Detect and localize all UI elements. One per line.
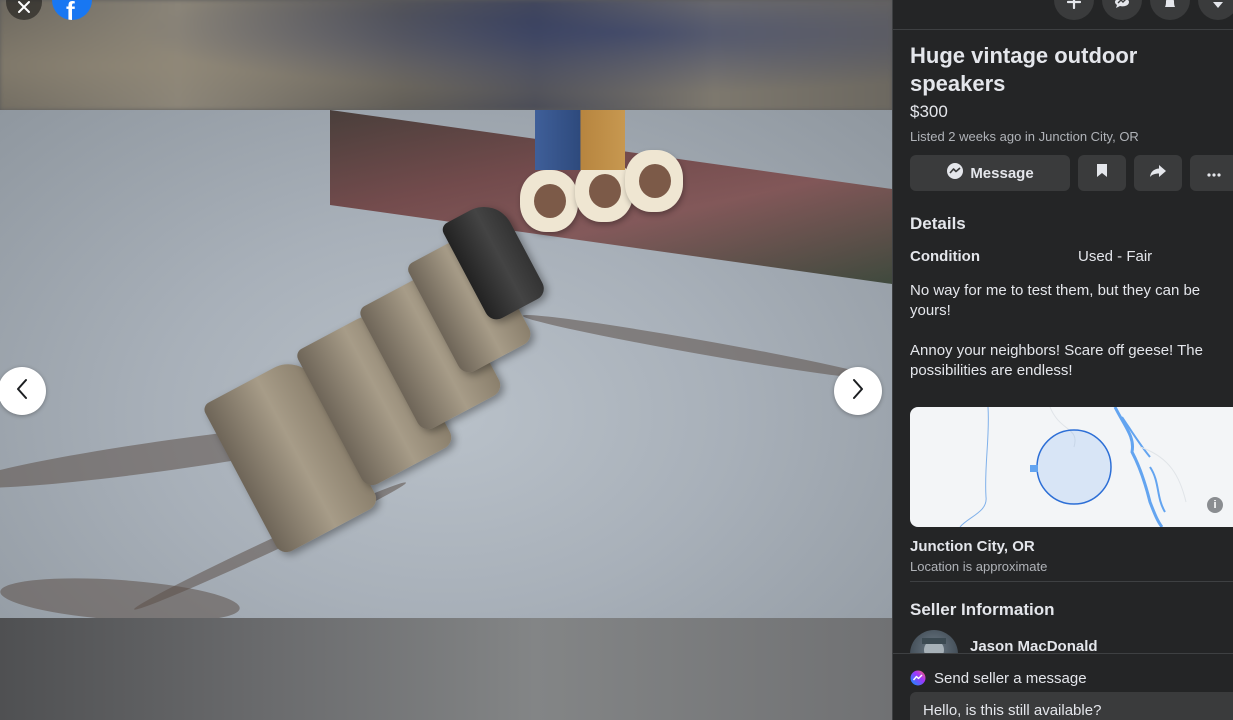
listing-meta: Listed 2 weeks ago in Junction City, OR [910,129,1139,144]
notifications-button[interactable] [1150,0,1190,20]
map-graphic [959,407,1187,527]
close-icon [16,0,32,20]
listing-sidebar: Huge vintage outdoor speakers $300 Liste… [892,0,1233,720]
condition-label: Condition [910,248,980,265]
send-message-label: Send seller a message [934,670,1087,687]
bell-icon [1163,0,1177,14]
location-note: Location is approximate [910,559,1048,574]
info-icon[interactable]: i [1207,497,1223,513]
messenger-icon [1114,0,1130,14]
previous-photo-button[interactable] [0,367,46,415]
messenger-button[interactable] [1102,0,1142,20]
message-input[interactable] [910,692,1233,720]
share-button[interactable] [1134,155,1182,191]
bookmark-icon [1096,163,1108,183]
chevron-left-icon [15,378,29,405]
photo-blur-top [0,0,892,110]
location-map[interactable] [910,407,1233,527]
photo-person-legs [535,110,625,170]
description-paragraph: No way for me to test them, but they can… [910,282,1201,319]
account-menu-button[interactable] [1198,0,1233,20]
message-button-label: Message [970,164,1034,182]
media-viewer: f [0,0,892,720]
share-icon [1149,164,1167,183]
next-photo-button[interactable] [834,367,882,415]
messenger-icon [910,670,926,691]
section-divider [910,581,1233,582]
chevron-right-icon [851,378,865,405]
top-navigation [893,0,1233,30]
send-message-panel: Send seller a message [893,653,1233,720]
facebook-logo-letter: f [66,0,75,20]
listing-title: Huge vintage outdoor speakers [910,43,1138,96]
photo-blur-bottom [0,618,892,720]
location-name: Junction City, OR [910,538,1035,555]
create-button[interactable] [1054,0,1094,20]
plus-icon [1066,0,1082,14]
photo-round-speaker [625,150,683,212]
caret-down-icon [1212,0,1224,14]
details-heading: Details [910,214,966,233]
seller-heading: Seller Information [910,600,1055,619]
more-icon [1207,164,1221,182]
photo-round-speaker [520,170,578,232]
messenger-icon [946,162,964,185]
save-button[interactable] [1078,155,1126,191]
message-button[interactable]: Message [910,155,1070,191]
listing-price: $300 [910,102,948,121]
listing-photo[interactable] [0,110,892,618]
description-paragraph: Annoy your neighbors! Scare off geese! T… [910,342,1203,379]
more-options-button[interactable] [1190,155,1233,191]
condition-value: Used - Fair [1078,248,1153,265]
photo-crack [521,308,879,386]
